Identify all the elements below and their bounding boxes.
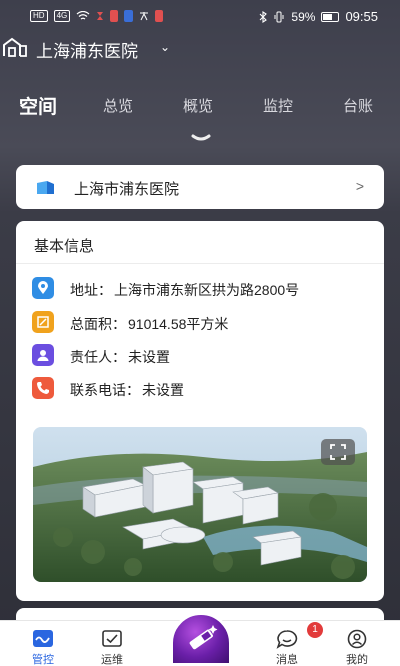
- battery-percent: 59%: [291, 9, 316, 24]
- nav-profile-label: 我的: [346, 654, 368, 666]
- address-row: 地址： 上海市浦东新区拱为路2800号: [32, 277, 372, 301]
- area-icon: [32, 311, 54, 333]
- nav-control[interactable]: 管控: [13, 621, 73, 666]
- status-bar: HD 4G 59% 09:55: [0, 0, 400, 34]
- clock: 09:55: [345, 9, 378, 24]
- profile-icon: [347, 629, 367, 649]
- fullscreen-icon: [330, 444, 346, 460]
- collapse-handle-icon[interactable]: [191, 133, 211, 143]
- hospital-aerial-image: [33, 427, 367, 582]
- chevron-down-icon[interactable]: ⌄: [160, 40, 170, 54]
- wifi-icon: [76, 11, 90, 20]
- control-icon: [33, 630, 53, 647]
- building-icon: [37, 181, 54, 194]
- nav-control-label: 管控: [32, 654, 54, 666]
- bluetooth-icon: [260, 10, 268, 23]
- translate-icon: [139, 12, 148, 21]
- status-right: 59% 09:55: [259, 9, 378, 24]
- nav-maintenance-label: 运维: [101, 654, 123, 666]
- tab-space[interactable]: 空间: [19, 92, 57, 119]
- message-icon: [276, 630, 298, 649]
- tab-overview[interactable]: 总览: [103, 95, 133, 116]
- phone-label: 联系电话：: [70, 382, 140, 398]
- hospital-card[interactable]: 上海市浦东医院 >: [16, 165, 384, 209]
- basic-info-title: 基本信息: [34, 238, 95, 255]
- hospital-card-name: 上海市浦东医院: [74, 181, 180, 198]
- hospital-aerial-photo[interactable]: [33, 427, 367, 582]
- tab-ledger[interactable]: 台账: [343, 95, 373, 116]
- magic-action-button[interactable]: [170, 612, 232, 666]
- area-row: 总面积： 91014.58平方米: [32, 311, 372, 335]
- area-label: 总面积：: [70, 316, 126, 332]
- chevron-right-icon: >: [355, 178, 364, 194]
- address-label: 地址：: [70, 282, 112, 298]
- tab-monitor[interactable]: 监控: [263, 95, 293, 116]
- maintenance-icon: [102, 630, 122, 647]
- person-icon: [32, 344, 54, 366]
- phone-icon: [32, 377, 54, 399]
- location-icon: [32, 277, 54, 299]
- tab-bar: 空间 总览 概览 监控 台账: [0, 92, 400, 122]
- app-notif-icon-3: [154, 10, 163, 22]
- app-notif-icon-2: [124, 10, 133, 22]
- magic-wand-icon: [189, 625, 218, 650]
- nav-messages-label: 消息: [276, 654, 298, 666]
- hd-badge: HD: [30, 10, 48, 22]
- nav-profile[interactable]: 我的: [327, 621, 387, 666]
- address-value: 上海市浦东新区拱为路2800号: [114, 282, 300, 298]
- app-header: 上海浦东医院 ⌄: [0, 34, 400, 64]
- hospital-selector[interactable]: 上海浦东医院: [36, 37, 138, 62]
- vibrate-icon: [274, 11, 284, 22]
- battery-icon: [321, 11, 340, 22]
- phone-row: 联系电话： 未设置: [32, 377, 372, 401]
- owner-row: 责任人： 未设置: [32, 344, 372, 368]
- area-value: 91014.58平方米: [128, 316, 229, 332]
- status-left: HD 4G: [30, 10, 163, 22]
- owner-value: 未设置: [128, 349, 170, 365]
- owner-label: 责任人：: [70, 349, 126, 365]
- fullscreen-button[interactable]: [321, 439, 355, 465]
- network-badge: 4G: [53, 10, 71, 22]
- message-badge: 1: [307, 622, 323, 638]
- app-notif-icon: [110, 10, 119, 22]
- divider: [16, 263, 384, 264]
- basic-info-card: 基本信息 地址： 上海市浦东新区拱为路2800号 总面积： 91014.58平方…: [16, 221, 384, 601]
- nav-maintenance[interactable]: 运维: [82, 621, 142, 666]
- building-home-icon[interactable]: [2, 36, 28, 58]
- hourglass-icon: [97, 12, 104, 20]
- phone-value: 未设置: [142, 382, 184, 398]
- tab-summary[interactable]: 概览: [183, 95, 213, 116]
